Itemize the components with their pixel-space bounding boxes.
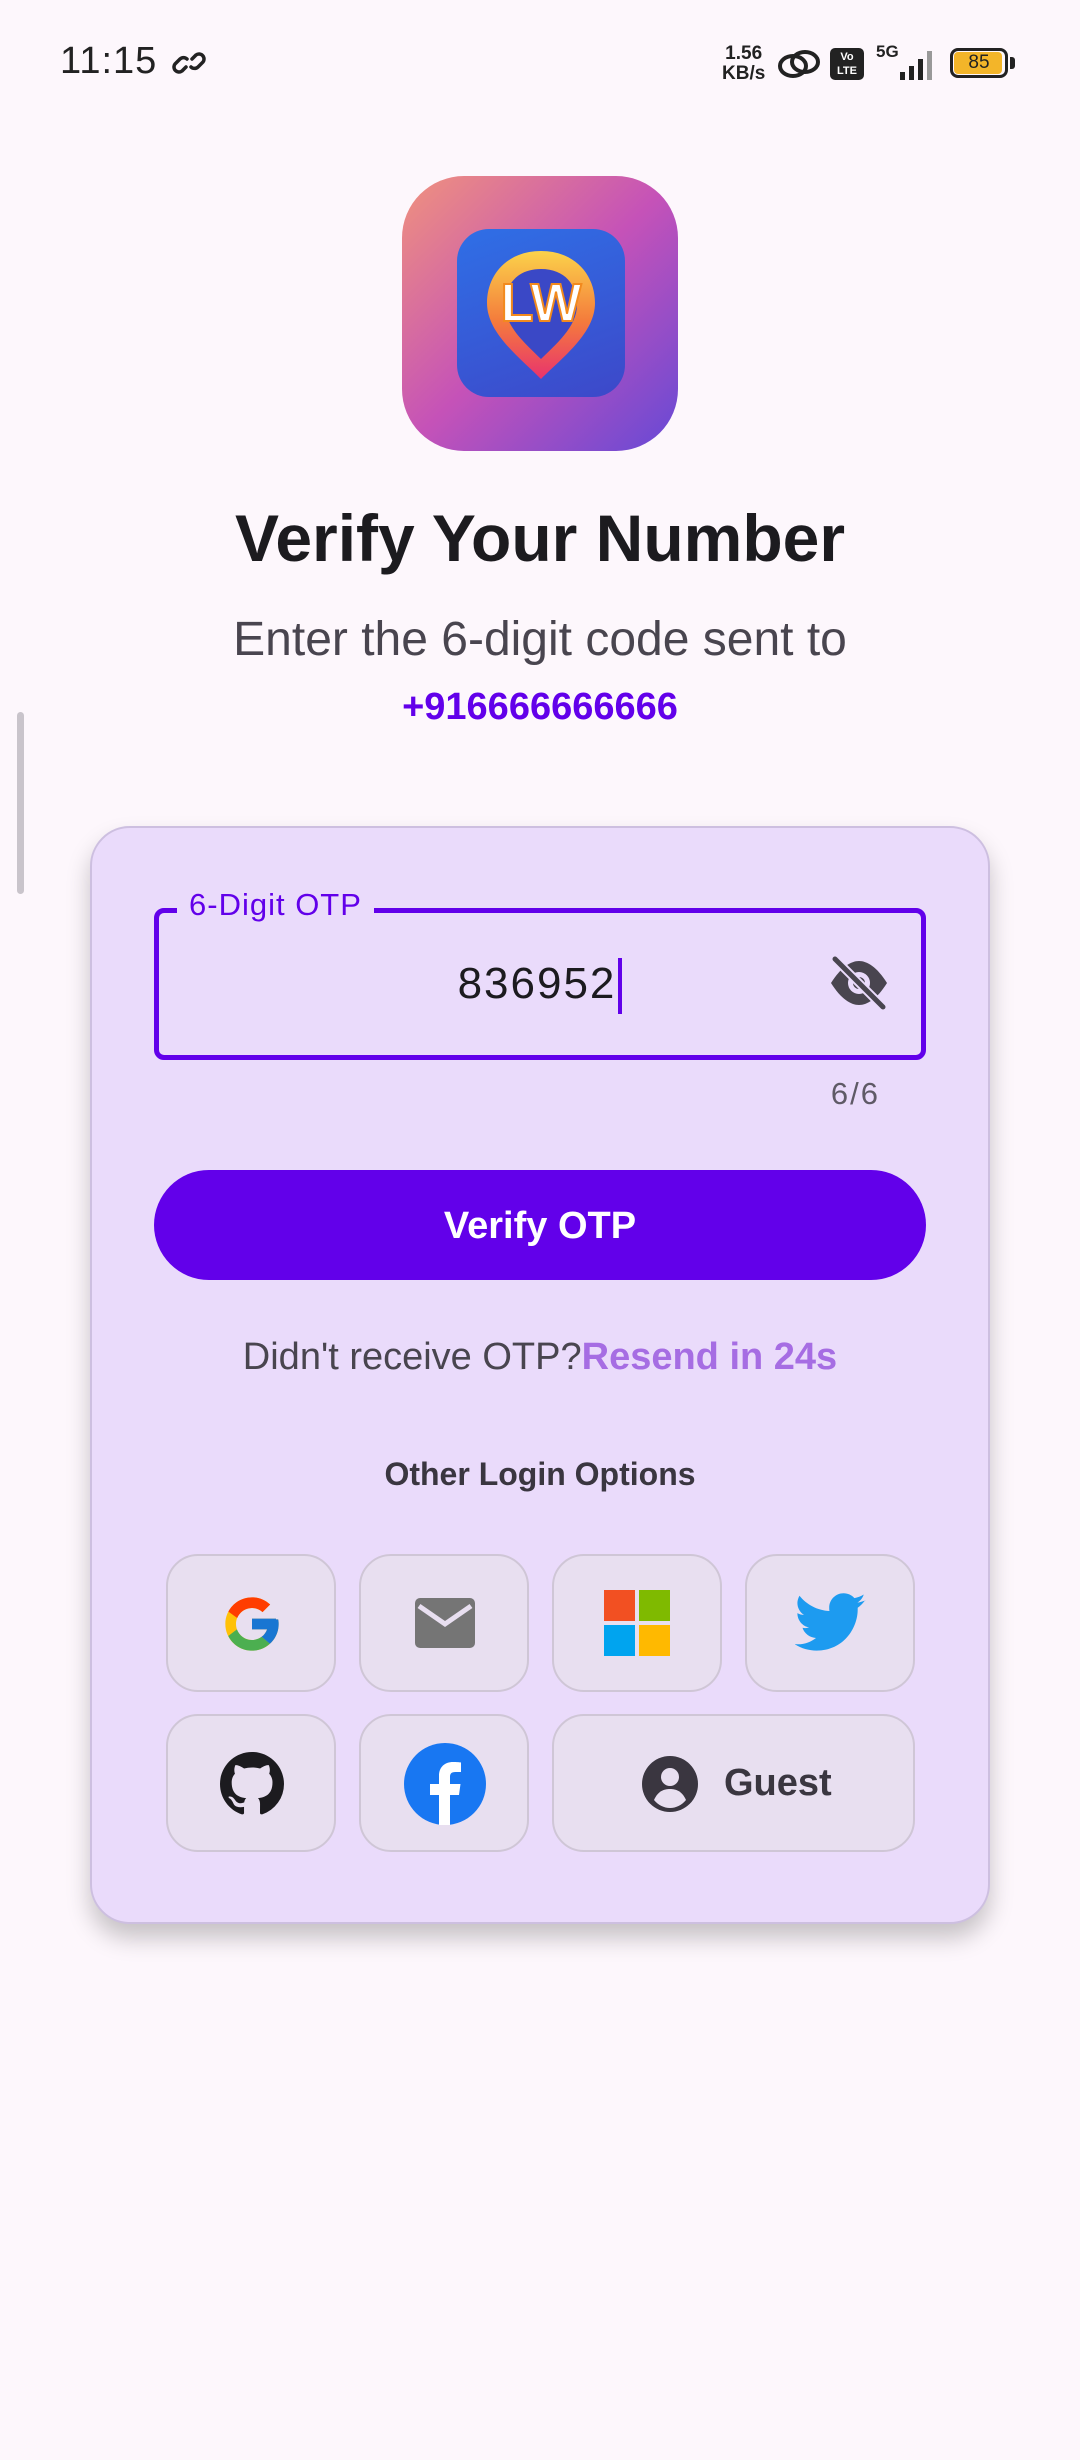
microsoft-login-button[interactable] bbox=[552, 1554, 722, 1692]
location-pin-logo-icon: LW bbox=[487, 251, 595, 379]
github-icon bbox=[220, 1752, 284, 1815]
signal-strength-icon bbox=[900, 51, 932, 80]
email-login-button[interactable] bbox=[359, 1554, 529, 1692]
network-speed: 1.56 KB/s bbox=[722, 43, 766, 84]
status-time: 11:15 bbox=[60, 40, 158, 82]
text-cursor bbox=[618, 958, 623, 1015]
page-title: Verify Your Number bbox=[234, 501, 846, 575]
battery-level: 85 bbox=[968, 52, 990, 73]
twitter-icon bbox=[795, 1593, 866, 1651]
facebook-login-button[interactable] bbox=[359, 1714, 529, 1852]
status-bar: 11:15 1.56 KB/s Vo LTE 5G 85 bbox=[0, 0, 1080, 130]
resend-row: Didn't receive OTP?Resend in 24s bbox=[92, 1336, 988, 1379]
scroll-indicator[interactable] bbox=[17, 712, 24, 894]
email-icon bbox=[415, 1598, 475, 1648]
svg-text:LW: LW bbox=[501, 273, 582, 333]
github-login-button[interactable] bbox=[166, 1714, 336, 1852]
resend-prompt: Didn't receive OTP? bbox=[242, 1336, 582, 1378]
guest-login-button[interactable]: Guest bbox=[552, 1714, 915, 1852]
other-login-heading: Other Login Options bbox=[384, 1456, 696, 1492]
otp-card: 6-Digit OTP 836952 6/6 Verify OTP Didn't… bbox=[90, 826, 990, 1924]
otp-char-counter: 6/6 bbox=[830, 1076, 880, 1111]
phone-number: +916666666666 bbox=[402, 686, 678, 728]
hotspot-link-icon bbox=[778, 50, 820, 78]
otp-input-field[interactable]: 6-Digit OTP 836952 bbox=[154, 887, 926, 1060]
otp-value: 836952 bbox=[457, 959, 617, 1008]
battery-icon: 85 bbox=[950, 48, 1016, 80]
verify-otp-button[interactable]: Verify OTP bbox=[154, 1170, 926, 1280]
visibility-off-icon[interactable] bbox=[827, 953, 891, 1013]
account-circle-icon bbox=[642, 1756, 698, 1812]
app-logo: LW bbox=[402, 176, 678, 451]
guest-label: Guest bbox=[724, 1762, 832, 1804]
google-login-button[interactable] bbox=[166, 1554, 336, 1692]
subtitle: Enter the 6-digit code sent to bbox=[233, 613, 847, 666]
facebook-icon bbox=[404, 1743, 486, 1825]
resend-otp-link[interactable]: Resend in 24s bbox=[582, 1336, 838, 1378]
otp-input[interactable]: 836952 bbox=[159, 913, 921, 1055]
volte-badge: Vo LTE bbox=[830, 48, 864, 80]
google-icon bbox=[225, 1597, 279, 1651]
microsoft-icon bbox=[604, 1590, 670, 1656]
twitter-login-button[interactable] bbox=[745, 1554, 915, 1692]
link-icon bbox=[172, 52, 206, 74]
